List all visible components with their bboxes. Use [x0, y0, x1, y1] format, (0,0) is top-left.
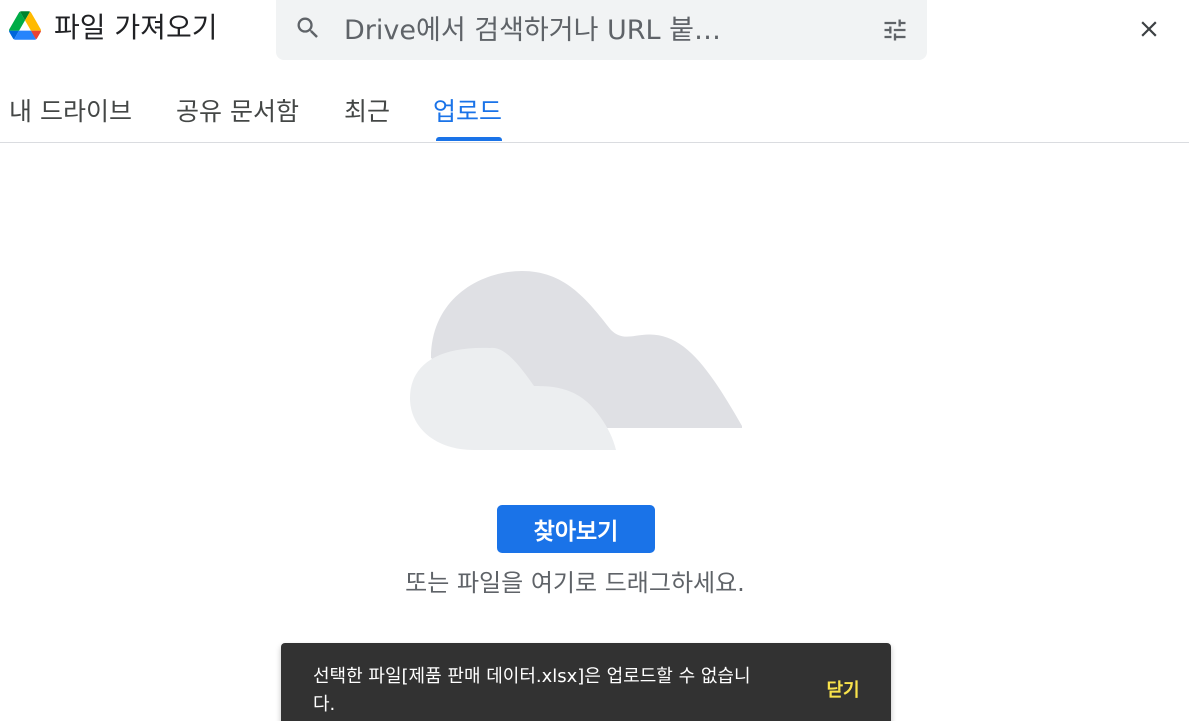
snackbar-dismiss-button[interactable]: 닫기 — [808, 673, 878, 705]
active-tab-indicator — [436, 137, 502, 141]
header: 파일 가져오기 — [0, 0, 1189, 60]
snackbar-message: 선택한 파일[제품 판매 데이터.xlsx]은 업로드할 수 없습니다. — [313, 666, 751, 715]
app-title: 파일 가져오기 — [54, 11, 218, 44]
file-picker-dialog: 파일 가져오기 내 드라이브 공유 문서함 최근 업로드 찾아보기 또는 파일을… — [0, 0, 1189, 721]
cloud-illustration — [410, 271, 742, 450]
tab-bar: 내 드라이브 공유 문서함 최근 업로드 — [0, 78, 1189, 143]
search-icon[interactable] — [294, 14, 322, 42]
tab-recent[interactable]: 최근 — [344, 92, 390, 128]
browse-button[interactable]: 찾아보기 — [497, 505, 655, 553]
drag-hint-text: 또는 파일을 여기로 드래그하세요. — [405, 569, 745, 597]
tab-shared-with-me[interactable]: 공유 문서함 — [176, 92, 299, 128]
search-input[interactable] — [344, 12, 864, 48]
search-box[interactable] — [276, 0, 927, 60]
error-snackbar: 선택한 파일[제품 판매 데이터.xlsx]은 업로드할 수 없습니다. 닫기 — [281, 643, 891, 721]
tab-my-drive[interactable]: 내 드라이브 — [9, 92, 132, 128]
close-icon[interactable] — [1136, 16, 1162, 42]
google-drive-logo — [9, 11, 41, 40]
filter-icon[interactable] — [881, 16, 909, 44]
tab-upload[interactable]: 업로드 — [433, 92, 502, 128]
